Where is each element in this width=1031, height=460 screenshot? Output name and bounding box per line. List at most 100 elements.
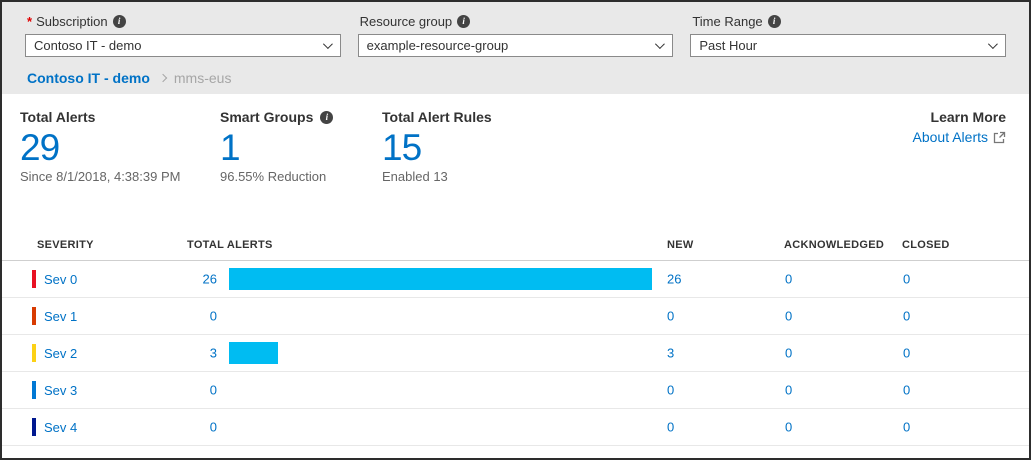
severity-color-indicator bbox=[32, 418, 36, 436]
total-alerts-bar-track bbox=[229, 305, 652, 327]
total-alerts-count[interactable]: 26 bbox=[152, 272, 217, 287]
chevron-down-icon bbox=[988, 39, 998, 49]
severity-label: Sev 4 bbox=[44, 420, 77, 435]
acknowledged-count[interactable]: 0 bbox=[785, 383, 792, 398]
total-alerts-bar bbox=[229, 268, 652, 290]
resource-group-label-text: Resource group bbox=[360, 14, 453, 29]
severity-color-indicator bbox=[32, 270, 36, 288]
filter-bar: * Subscription i Contoso IT - demo Resou… bbox=[2, 2, 1029, 94]
alerts-overview-page: * Subscription i Contoso IT - demo Resou… bbox=[0, 0, 1031, 460]
column-header-severity: SEVERITY bbox=[37, 239, 94, 251]
closed-count[interactable]: 0 bbox=[903, 272, 910, 287]
total-alerts-bar-track bbox=[229, 268, 652, 290]
severity-link[interactable]: Sev 4 bbox=[32, 418, 77, 436]
closed-count[interactable]: 0 bbox=[903, 346, 910, 361]
new-count[interactable]: 26 bbox=[667, 272, 681, 287]
new-count[interactable]: 0 bbox=[667, 383, 674, 398]
chevron-down-icon bbox=[655, 39, 665, 49]
closed-count[interactable]: 0 bbox=[903, 383, 910, 398]
severity-table: SEVERITY TOTAL ALERTS NEW ACKNOWLEDGED C… bbox=[2, 226, 1029, 446]
chevron-down-icon bbox=[323, 39, 333, 49]
time-range-label-text: Time Range bbox=[692, 14, 762, 29]
column-header-acknowledged: ACKNOWLEDGED bbox=[784, 239, 884, 251]
external-link-icon bbox=[993, 131, 1006, 144]
acknowledged-count[interactable]: 0 bbox=[785, 309, 792, 324]
about-alerts-link[interactable]: About Alerts bbox=[913, 129, 1007, 145]
severity-color-indicator bbox=[32, 344, 36, 362]
smart-groups-stat-label: Smart Groups i bbox=[220, 107, 382, 127]
total-alert-rules-stat-value[interactable]: 15 bbox=[382, 127, 876, 168]
info-icon[interactable]: i bbox=[457, 15, 470, 28]
total-alert-rules-stat-sub: Enabled 13 bbox=[382, 169, 876, 184]
severity-link[interactable]: Sev 1 bbox=[32, 307, 77, 325]
subscription-label-text: Subscription bbox=[36, 14, 108, 29]
summary-stats: Total Alerts 29 Since 8/1/2018, 4:38:39 … bbox=[2, 94, 1029, 184]
resource-group-value: example-resource-group bbox=[367, 38, 648, 53]
info-icon[interactable]: i bbox=[320, 111, 333, 124]
total-alerts-count[interactable]: 0 bbox=[152, 309, 217, 324]
total-alerts-stat: Total Alerts 29 Since 8/1/2018, 4:38:39 … bbox=[20, 107, 220, 184]
time-range-filter: Time Range i Past Hour bbox=[690, 12, 1006, 57]
severity-label: Sev 1 bbox=[44, 309, 77, 324]
subscription-value: Contoso IT - demo bbox=[34, 38, 315, 53]
new-count[interactable]: 0 bbox=[667, 309, 674, 324]
table-row: Sev 4 0 0 0 0 bbox=[2, 409, 1029, 446]
new-count[interactable]: 0 bbox=[667, 420, 674, 435]
severity-table-header: SEVERITY TOTAL ALERTS NEW ACKNOWLEDGED C… bbox=[2, 226, 1029, 261]
total-alerts-stat-value[interactable]: 29 bbox=[20, 127, 220, 168]
severity-label: Sev 0 bbox=[44, 272, 77, 287]
total-alerts-count[interactable]: 0 bbox=[152, 420, 217, 435]
closed-count[interactable]: 0 bbox=[903, 420, 910, 435]
total-alerts-count[interactable]: 3 bbox=[152, 346, 217, 361]
info-icon[interactable]: i bbox=[113, 15, 126, 28]
acknowledged-count[interactable]: 0 bbox=[785, 272, 792, 287]
required-asterisk: * bbox=[27, 14, 32, 29]
total-alerts-bar-track bbox=[229, 416, 652, 438]
subscription-label: * Subscription i bbox=[25, 12, 341, 30]
total-alerts-bar-track bbox=[229, 379, 652, 401]
chevron-right-icon bbox=[159, 74, 167, 82]
subscription-filter: * Subscription i Contoso IT - demo bbox=[25, 12, 341, 57]
smart-groups-stat: Smart Groups i 1 96.55% Reduction bbox=[220, 107, 382, 184]
about-alerts-link-text: About Alerts bbox=[913, 129, 989, 145]
total-alerts-bar bbox=[229, 342, 278, 364]
learn-more-block: Learn More About Alerts bbox=[876, 107, 1006, 184]
total-alert-rules-stat: Total Alert Rules 15 Enabled 13 bbox=[382, 107, 876, 184]
time-range-value: Past Hour bbox=[699, 38, 980, 53]
breadcrumb-subscription-link[interactable]: Contoso IT - demo bbox=[27, 70, 150, 86]
table-row: Sev 2 3 3 0 0 bbox=[2, 335, 1029, 372]
severity-color-indicator bbox=[32, 307, 36, 325]
resource-group-label: Resource group i bbox=[358, 12, 674, 30]
total-alerts-stat-sub: Since 8/1/2018, 4:38:39 PM bbox=[20, 169, 220, 184]
time-range-label: Time Range i bbox=[690, 12, 1006, 30]
column-header-new: NEW bbox=[667, 239, 694, 251]
smart-groups-label-text: Smart Groups bbox=[220, 109, 313, 125]
severity-label: Sev 3 bbox=[44, 383, 77, 398]
resource-group-dropdown[interactable]: example-resource-group bbox=[358, 34, 674, 57]
total-alerts-stat-label: Total Alerts bbox=[20, 107, 220, 127]
severity-link[interactable]: Sev 3 bbox=[32, 381, 77, 399]
subscription-dropdown[interactable]: Contoso IT - demo bbox=[25, 34, 341, 57]
info-icon[interactable]: i bbox=[768, 15, 781, 28]
column-header-closed: CLOSED bbox=[902, 239, 950, 251]
smart-groups-stat-value[interactable]: 1 bbox=[220, 127, 382, 168]
acknowledged-count[interactable]: 0 bbox=[785, 420, 792, 435]
total-alerts-count[interactable]: 0 bbox=[152, 383, 217, 398]
total-alerts-bar-track bbox=[229, 342, 652, 364]
breadcrumb-current: mms-eus bbox=[174, 70, 232, 86]
total-alert-rules-stat-label: Total Alert Rules bbox=[382, 107, 876, 127]
column-header-total-alerts: TOTAL ALERTS bbox=[187, 239, 273, 251]
severity-color-indicator bbox=[32, 381, 36, 399]
resource-group-filter: Resource group i example-resource-group bbox=[358, 12, 674, 57]
closed-count[interactable]: 0 bbox=[903, 309, 910, 324]
time-range-dropdown[interactable]: Past Hour bbox=[690, 34, 1006, 57]
table-row: Sev 0 26 26 0 0 bbox=[2, 261, 1029, 298]
acknowledged-count[interactable]: 0 bbox=[785, 346, 792, 361]
smart-groups-stat-sub: 96.55% Reduction bbox=[220, 169, 382, 184]
learn-more-label: Learn More bbox=[876, 107, 1006, 127]
severity-link[interactable]: Sev 2 bbox=[32, 344, 77, 362]
severity-link[interactable]: Sev 0 bbox=[32, 270, 77, 288]
new-count[interactable]: 3 bbox=[667, 346, 674, 361]
table-row: Sev 1 0 0 0 0 bbox=[2, 298, 1029, 335]
severity-label: Sev 2 bbox=[44, 346, 77, 361]
